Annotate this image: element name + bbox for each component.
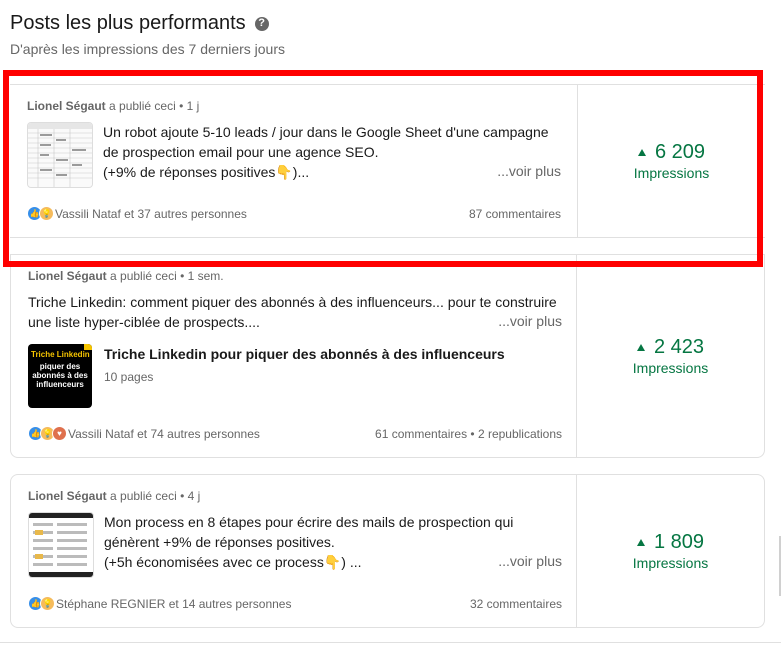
post-text[interactable]: Mon process en 8 étapes pour écrire des … [104,512,564,572]
post-text-line: (+9% de réponses positives👇)... [103,164,310,180]
post-content[interactable]: Lionel Ségaut a publié ceci • 1 j Un rob… [10,85,577,237]
impressions-label: Impressions [632,555,709,571]
post-thumbnail[interactable] [27,122,93,188]
impressions-number: 6 209 [654,141,706,163]
see-more-link[interactable]: ...voir plus [498,313,562,329]
impressions-value: 2 423 [636,336,705,359]
post-meta: Lionel Ségaut a publié ceci • 1 sem. [28,269,224,283]
post-text-line: Mon process en 8 étapes pour écrire des … [104,514,514,530]
post-text[interactable]: Un robot ajoute 5-10 leads / jour dans l… [103,122,563,182]
help-icon[interactable]: ? [254,16,269,31]
impressions-number: 2 423 [653,336,705,358]
triangle-up-icon [636,539,645,546]
post-text-line: de prospection email pour une agence SEO… [103,144,379,160]
post-action: a publié ceci [110,489,177,503]
impressions-number: 1 809 [653,531,705,553]
section-divider [0,642,781,643]
document-title[interactable]: Triche Linkedin pour piquer des abonnés … [104,346,505,362]
comments-count[interactable]: 87 commentaires [469,207,561,221]
post-time: • 4 j [180,489,201,503]
thumb-title: Triche Linkedin : [31,350,92,359]
spreadsheet-thumbnail-icon [28,123,92,187]
post-card-1[interactable]: Lionel Ségaut a publié ceci • 1 j Un rob… [10,84,765,238]
thumb-body: piquer des abonnés à des influenceurs [32,362,88,389]
lightbulb-icon: 💡 [39,206,54,221]
post-card-3[interactable]: Lionel Ségaut a publié ceci • 4 j Mon pr… [10,474,765,628]
impressions-panel[interactable]: 6 209 Impressions [577,85,765,237]
reactions-text: Vassili Nataf et 74 autres personnes [68,426,260,441]
triangle-up-icon [637,149,646,156]
post-author[interactable]: Lionel Ségaut [28,269,107,283]
impressions-value: 1 809 [636,531,705,554]
heart-icon: ♥ [52,426,67,441]
post-author[interactable]: Lionel Ségaut [28,489,107,503]
post-text[interactable]: Triche Linkedin: comment piquer des abon… [28,292,564,332]
post-text-line: une liste hyper-ciblée de prospects.... [28,314,260,330]
process-thumbnail-icon [29,513,93,577]
post-author[interactable]: Lionel Ségaut [27,99,106,113]
thumb-accent [84,344,92,350]
post-text-line: génèrent +9% de réponses positives. [104,534,335,550]
page-subtitle: D'après les impressions des 7 derniers j… [10,41,286,57]
comments-count[interactable]: 61 commentaires • 2 republications [375,427,562,441]
document-thumbnail[interactable]: Triche Linkedin : piquer des abonnés à d… [28,344,92,408]
see-more-link[interactable]: ...voir plus [497,163,561,179]
reactions-text: Stéphane REGNIER et 14 autres personnes [56,596,292,611]
lightbulb-icon: 💡 [40,596,55,611]
post-thumbnail[interactable] [28,512,94,578]
reaction-icons: 👍 💡 ♥ [28,426,67,441]
reactions-summary[interactable]: 👍 💡 ♥ Vassili Nataf et 74 autres personn… [28,426,260,441]
reaction-icons: 👍 💡 [27,206,54,221]
page-title: Posts les plus performants ? [10,12,269,35]
post-action: a publié ceci [109,99,176,113]
impressions-panel[interactable]: 1 809 Impressions [576,475,764,627]
triangle-up-icon [636,344,645,351]
page-title-text: Posts les plus performants [10,12,246,34]
impressions-label: Impressions [633,165,710,181]
impressions-label: Impressions [632,360,709,376]
post-text-line: Un robot ajoute 5-10 leads / jour dans l… [103,124,549,140]
see-more-link[interactable]: ...voir plus [498,553,562,569]
post-time: • 1 j [179,99,200,113]
post-meta: Lionel Ségaut a publié ceci • 4 j [28,489,200,503]
reactions-summary[interactable]: 👍 💡 Stéphane REGNIER et 14 autres person… [28,596,291,611]
post-text-line: Triche Linkedin: comment piquer des abon… [28,294,557,310]
post-meta: Lionel Ségaut a publié ceci • 1 j [27,99,199,113]
reaction-icons: 👍 💡 [28,596,55,611]
impressions-value: 6 209 [637,141,706,164]
post-text-line: (+5h économisées avec ce process👇) ... [104,554,362,570]
reactions-summary[interactable]: 👍 💡 Vassili Nataf et 37 autres personnes [27,206,247,221]
post-action: a publié ceci [110,269,177,283]
document-pages: 10 pages [104,370,154,384]
post-content[interactable]: Lionel Ségaut a publié ceci • 1 sem. Tri… [11,255,578,457]
post-card-2[interactable]: Lionel Ségaut a publié ceci • 1 sem. Tri… [10,254,765,458]
reactions-text: Vassili Nataf et 37 autres personnes [55,206,247,221]
post-content[interactable]: Lionel Ségaut a publié ceci • 4 j Mon pr… [11,475,578,627]
comments-count[interactable]: 32 commentaires [470,597,562,611]
impressions-panel[interactable]: 2 423 Impressions [576,255,764,457]
post-time: • 1 sem. [180,269,224,283]
